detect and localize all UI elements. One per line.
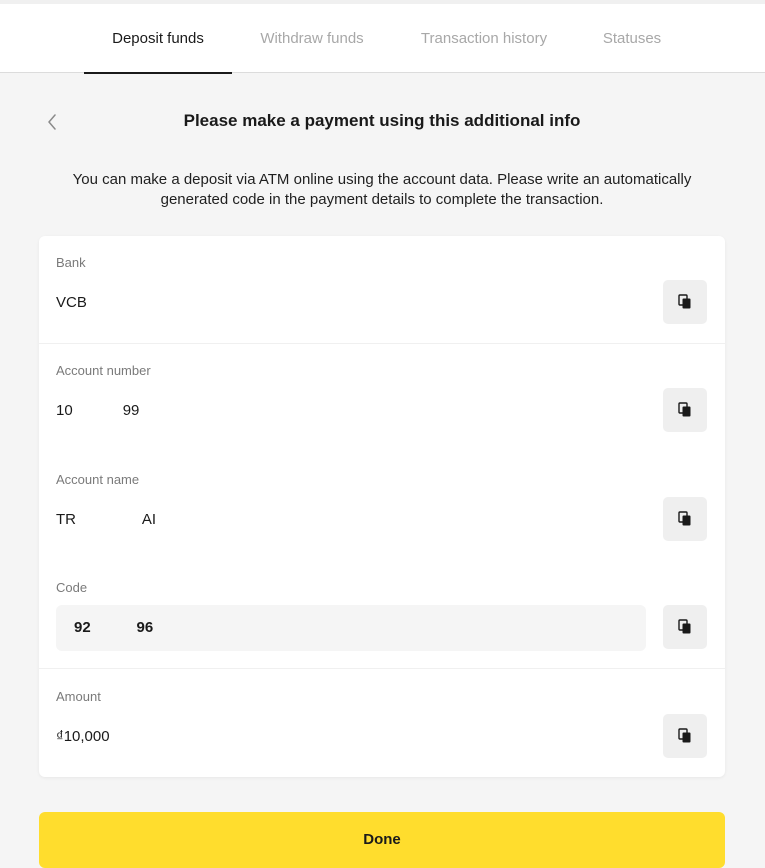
tab-label: Statuses: [602, 30, 662, 47]
bank-field: Bank VCB: [39, 236, 725, 344]
amount-field: Amount ₫10,000: [39, 670, 725, 777]
done-button[interactable]: Done: [39, 812, 725, 868]
account-name-field: Account name TR AI: [39, 453, 725, 561]
account-number-label: Account number: [56, 363, 151, 378]
tab-withdraw-funds[interactable]: Withdraw funds: [240, 4, 384, 73]
bank-label: Bank: [56, 255, 86, 270]
account-name-label: Account name: [56, 472, 140, 487]
copy-account-number-button[interactable]: [663, 388, 707, 432]
amount-label: Amount: [56, 689, 101, 704]
tab-label: Transaction history: [420, 30, 548, 47]
copy-amount-button[interactable]: [663, 714, 707, 758]
payment-details-card: Bank VCB Account number 10 99 Account na…: [39, 236, 725, 777]
instructions-text: You can make a deposit via ATM online us…: [72, 171, 692, 208]
tab-label: Deposit funds: [112, 30, 204, 47]
copy-code-button[interactable]: [663, 605, 707, 649]
account-number-field: Account number 10 99: [39, 344, 725, 452]
account-name-value: TR AI: [56, 511, 157, 528]
copy-account-name-button[interactable]: [663, 497, 707, 541]
code-value-box: 92 96: [56, 605, 646, 651]
account-number-value: 10 99: [56, 402, 140, 419]
tab-label: Withdraw funds: [260, 30, 364, 47]
copy-bank-button[interactable]: [663, 280, 707, 324]
amount-value: ₫10,000: [56, 728, 110, 745]
chevron-left-icon: [48, 114, 56, 130]
back-button[interactable]: [40, 108, 64, 136]
copy-icon: [678, 294, 691, 309]
bank-value: VCB: [56, 294, 87, 311]
copy-icon: [678, 402, 691, 417]
tab-statuses[interactable]: Statuses: [584, 4, 680, 73]
code-label: Code: [56, 580, 88, 595]
page-title: Please make a payment using this additio…: [183, 111, 581, 130]
copy-icon: [678, 619, 691, 634]
tab-transaction-history[interactable]: Transaction history: [400, 4, 568, 73]
code-value: 92 96: [74, 619, 154, 636]
copy-icon: [678, 728, 691, 743]
tab-deposit-funds[interactable]: Deposit funds: [84, 4, 232, 74]
copy-icon: [678, 511, 691, 526]
tab-bar: Deposit funds Withdraw funds Transaction…: [0, 0, 765, 74]
